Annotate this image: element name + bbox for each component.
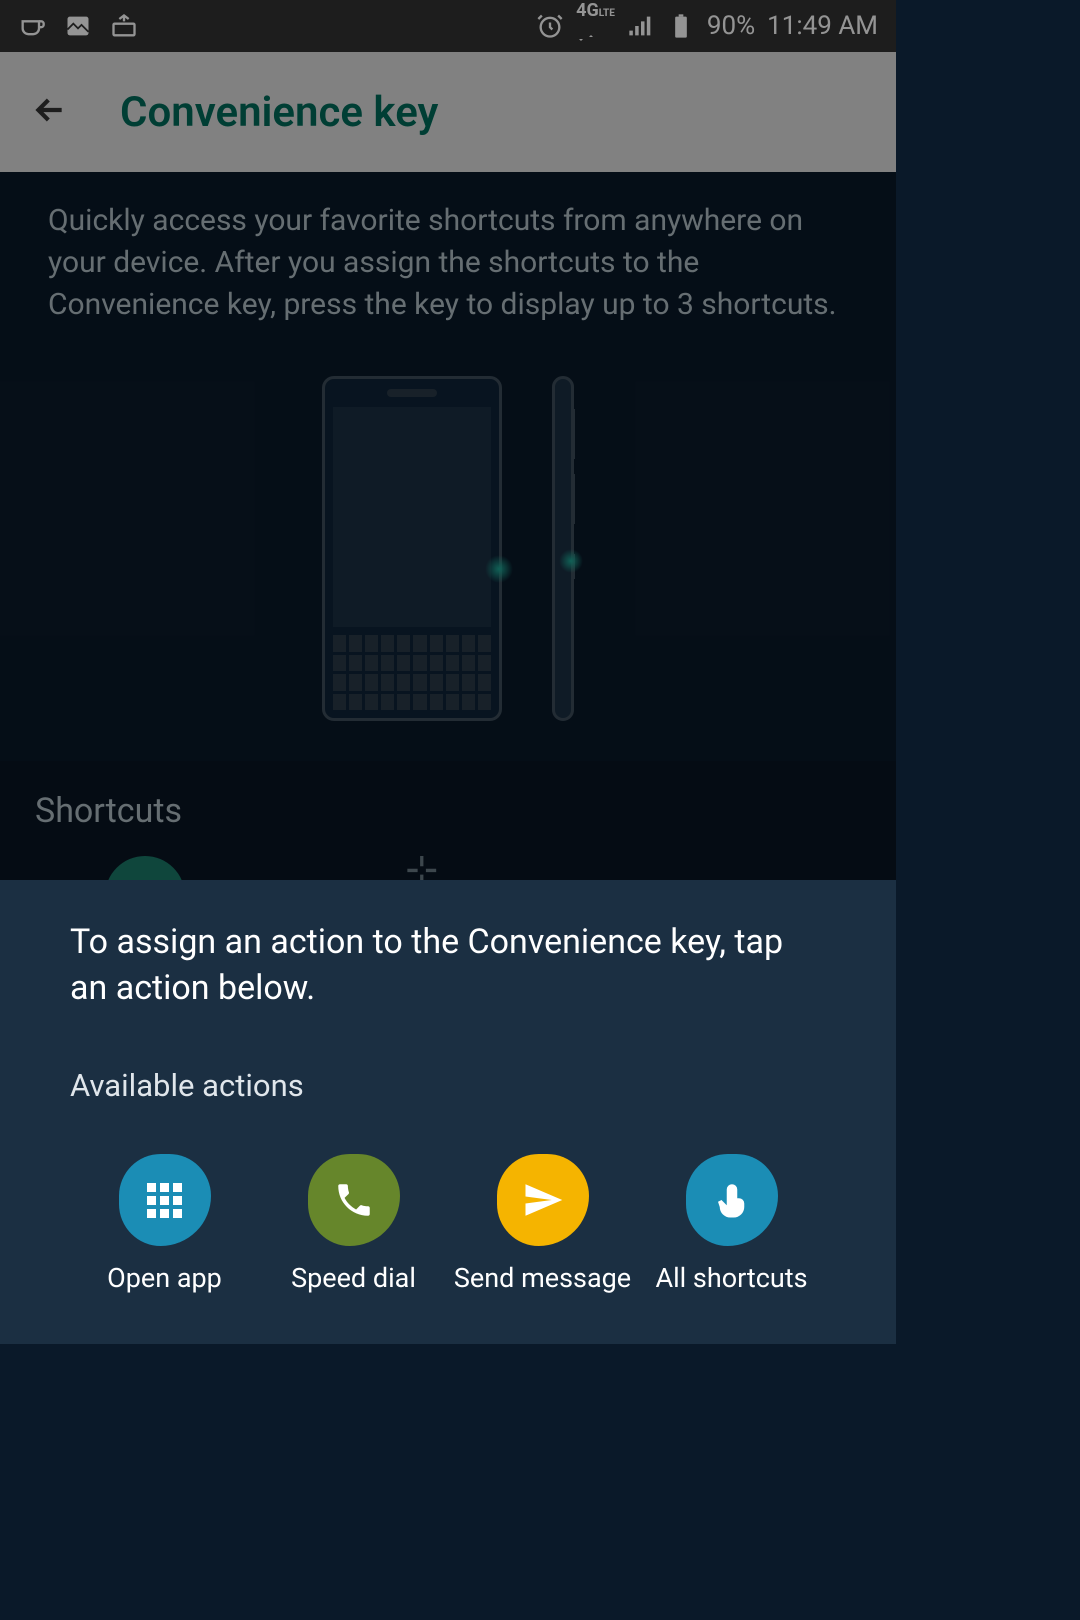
send-icon: [497, 1154, 589, 1246]
battery-icon: [667, 12, 695, 40]
status-bar: 4GLTE 90% 11:49 AM: [0, 0, 896, 52]
back-button[interactable]: [30, 90, 70, 134]
sheet-title: To assign an action to the Convenience k…: [70, 920, 826, 1012]
app-bar: Convenience key: [0, 52, 896, 172]
grid-icon: [119, 1154, 211, 1246]
description-text: Quickly access your favorite shortcuts f…: [48, 200, 848, 326]
battery-percent: 90%: [707, 11, 755, 41]
action-label: Send message: [454, 1262, 631, 1294]
gallery-icon: [64, 12, 92, 40]
keyboard-icon: [110, 12, 138, 40]
signal-icon: [627, 12, 655, 40]
actions-row: Open app Speed dial Send message All sho…: [70, 1154, 826, 1294]
clock-time: 11:49 AM: [767, 11, 878, 41]
action-label: Open app: [107, 1262, 222, 1294]
shortcuts-heading: Shortcuts: [35, 791, 861, 831]
tap-icon: [686, 1154, 778, 1246]
coffee-icon: [18, 12, 46, 40]
phone-side-graphic: [552, 376, 574, 721]
sheet-subtitle: Available actions: [70, 1067, 826, 1104]
action-open-app[interactable]: Open app: [70, 1154, 259, 1294]
main-content: Quickly access your favorite shortcuts f…: [0, 172, 896, 761]
action-send-message[interactable]: Send message: [448, 1154, 637, 1294]
action-label: Speed dial: [291, 1262, 416, 1294]
phone-front-graphic: [322, 376, 502, 721]
alarm-icon: [536, 12, 564, 40]
page-title: Convenience key: [120, 88, 438, 137]
action-speed-dial[interactable]: Speed dial: [259, 1154, 448, 1294]
action-label: All shortcuts: [655, 1262, 807, 1294]
action-all-shortcuts[interactable]: All shortcuts: [637, 1154, 826, 1294]
network-type: 4GLTE: [576, 2, 615, 50]
phone-icon: [308, 1154, 400, 1246]
phone-illustration: [48, 326, 848, 761]
bottom-sheet: To assign an action to the Convenience k…: [0, 880, 896, 1344]
